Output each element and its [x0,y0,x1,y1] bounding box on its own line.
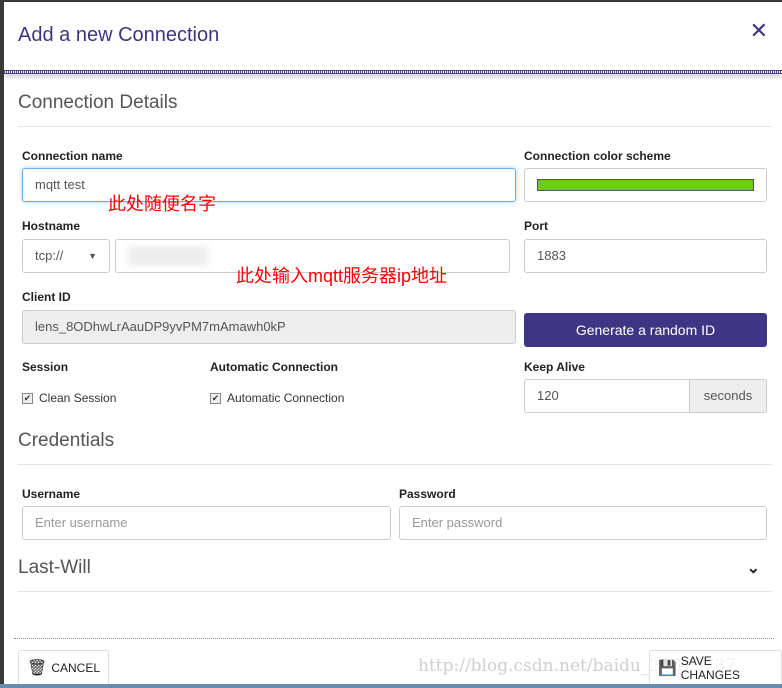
footer-divider [14,638,774,639]
client-id-input[interactable]: lens_8ODhwLrAauDP9yvPM7mAmawh0kP [22,310,516,344]
username-label: Username [22,487,81,501]
seconds-addon: seconds [689,379,767,413]
close-icon[interactable]: ✕ [750,18,768,44]
chevron-down-icon: ▼ [88,251,97,261]
checkbox-checked-icon: ✔ [22,392,33,404]
add-connection-dialog: Add a new Connection ✕ Connection Detail… [4,2,782,684]
connection-name-input[interactable]: mqtt test [22,168,516,202]
password-label: Password [399,487,456,501]
clean-session-text: Clean Session [39,391,117,405]
auto-connection-text: Automatic Connection [227,391,345,405]
port-label: Port [524,219,548,233]
session-label: Session [22,360,69,374]
dialog-header: Add a new Connection ✕ [4,2,782,70]
password-input[interactable]: Enter password [399,506,767,540]
dialog-title: Add a new Connection [18,24,220,46]
generate-random-id-button[interactable]: Generate a random ID [524,313,767,347]
section-connection-details: Connection Details [18,92,178,113]
color-scheme-label: Connection color scheme [524,149,671,163]
save-changes-button[interactable]: 💾 SAVE CHANGES [649,650,782,686]
save-text: SAVE CHANGES [680,654,741,682]
divider [18,126,772,127]
host-annotation: 此处输入mqtt服务器ip地址 [236,266,448,286]
keep-alive-label: Keep Alive [524,360,585,374]
color-swatch [537,179,754,191]
client-id-label: Client ID [22,290,71,304]
protocol-value: tcp:// [35,248,64,263]
color-scheme-picker[interactable] [524,168,767,202]
auto-connection-checkbox[interactable]: ✔ Automatic Connection [210,391,344,405]
name-annotation: 此处随便名字 [108,194,216,214]
divider [18,591,772,592]
hostname-label: Hostname [22,219,81,233]
chevron-down-icon[interactable]: ⌄ [747,558,760,578]
clean-session-checkbox[interactable]: ✔ Clean Session [22,391,116,405]
protocol-select[interactable]: tcp:// ▼ [22,239,110,273]
section-credentials: Credentials [18,430,115,451]
port-input[interactable]: 1883 [524,239,767,273]
taskbar [0,684,782,688]
section-last-will[interactable]: Last-Will [18,557,91,579]
header-divider [4,70,782,74]
keep-alive-input[interactable]: 120 [524,379,690,413]
cancel-button[interactable]: 🗑 CANCEL [18,650,109,686]
connection-name-label: Connection name [22,149,123,163]
divider [18,464,772,465]
checkbox-checked-icon: ✔ [210,392,221,404]
trash-icon: 🗑 [27,660,48,677]
floppy-disk-icon: 💾 [658,660,677,677]
cancel-text: CANCEL [51,661,100,675]
auto-connection-label: Automatic Connection [210,360,338,374]
blurred-host [128,246,208,266]
username-input[interactable]: Enter username [22,506,391,540]
